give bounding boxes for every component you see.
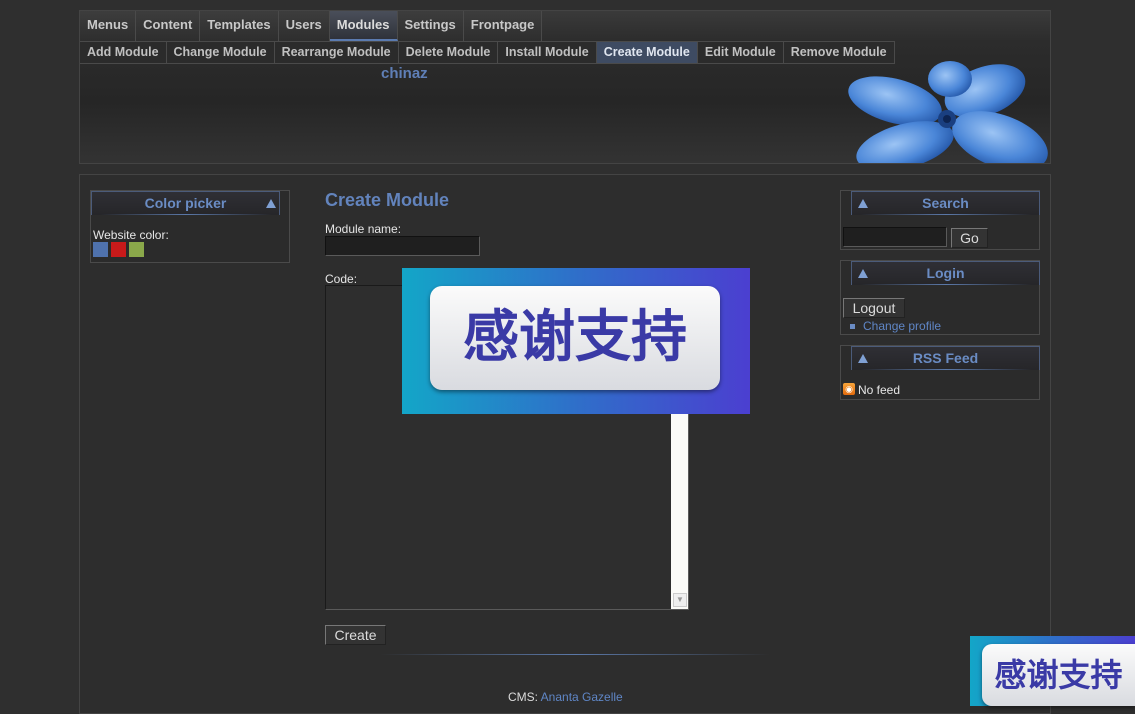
collapse-triangle-icon[interactable] [858, 199, 868, 208]
nav-modules[interactable]: Modules [329, 11, 398, 41]
login-title: Login [926, 265, 965, 281]
module-name-label: Module name: [325, 222, 402, 236]
ad-plate-small: 感谢支持 [982, 644, 1135, 706]
collapse-triangle-icon[interactable] [858, 269, 868, 278]
rss-header[interactable]: RSS Feed [851, 346, 1040, 370]
header-divider [861, 214, 1031, 215]
collapse-triangle-icon[interactable] [266, 199, 276, 208]
rss-icon: ◉ [843, 383, 855, 395]
subnav-remove-module[interactable]: Remove Module [783, 42, 895, 63]
ad-banner-small[interactable]: 感谢支持 [970, 636, 1135, 706]
bullet-icon [850, 324, 855, 329]
rss-box: RSS Feed ◉ No feed [840, 345, 1040, 400]
nav-templates[interactable]: Templates [200, 11, 279, 41]
color-picker-box: Color picker Website color: [90, 190, 290, 263]
nav-menus[interactable]: Menus [80, 11, 137, 41]
site-header: Menus Content Templates Users Modules Se… [79, 10, 1051, 164]
top-nav: Menus Content Templates Users Modules Se… [80, 11, 543, 41]
search-header[interactable]: Search [851, 191, 1040, 215]
subnav-install-module[interactable]: Install Module [498, 42, 597, 63]
footer-cms-link[interactable]: Ananta Gazelle [541, 690, 623, 704]
header-divider [861, 284, 1031, 285]
website-color-label: Website color: [93, 228, 169, 242]
no-feed-text: No feed [858, 383, 901, 397]
color-swatch-red[interactable] [111, 242, 126, 257]
page-title: Create Module [325, 190, 450, 210]
content-divider [380, 654, 770, 655]
subnav-add-module[interactable]: Add Module [80, 42, 167, 63]
create-button[interactable]: Create [325, 625, 386, 645]
module-name-input[interactable] [325, 236, 480, 256]
subnav-rearrange-module[interactable]: Rearrange Module [274, 42, 399, 63]
subnav-edit-module[interactable]: Edit Module [697, 42, 784, 63]
logout-button[interactable]: Logout [843, 298, 905, 318]
rss-title: RSS Feed [912, 350, 979, 366]
flower-banner-image [848, 61, 1048, 163]
ad-banner-large[interactable]: 感谢支持 [402, 268, 750, 414]
header-divider [861, 369, 1031, 370]
nav-frontpage[interactable]: Frontpage [463, 11, 543, 41]
footer-prefix: CMS: [508, 690, 538, 704]
nav-users[interactable]: Users [278, 11, 330, 41]
nav-content[interactable]: Content [136, 11, 201, 41]
search-title: Search [922, 195, 969, 211]
site-title[interactable]: chinaz [381, 65, 428, 82]
color-picker-header[interactable]: Color picker [91, 191, 280, 215]
code-label: Code: [325, 272, 358, 286]
subnav-delete-module[interactable]: Delete Module [398, 42, 499, 63]
header-divider [101, 214, 271, 215]
color-picker-title: Color picker [144, 195, 227, 211]
collapse-triangle-icon[interactable] [858, 354, 868, 363]
color-swatch-green[interactable] [129, 242, 144, 257]
change-profile-link[interactable]: Change profile [863, 319, 941, 333]
subnav-change-module[interactable]: Change Module [166, 42, 275, 63]
footer: CMS: Ananta Gazelle [508, 690, 623, 704]
scroll-down-arrow-icon[interactable]: ▼ [673, 593, 687, 607]
nav-settings[interactable]: Settings [397, 11, 464, 41]
login-header[interactable]: Login [851, 261, 1040, 285]
ad-plate: 感谢支持 [430, 286, 720, 390]
search-go-button[interactable]: Go [951, 228, 988, 248]
color-swatch-blue[interactable] [93, 242, 108, 257]
search-input[interactable] [843, 227, 947, 247]
sub-nav: Add Module Change Module Rearrange Modul… [80, 41, 895, 64]
search-box: Search Go [840, 190, 1040, 250]
subnav-create-module[interactable]: Create Module [596, 42, 698, 63]
login-box: Login Logout Change profile [840, 260, 1040, 335]
